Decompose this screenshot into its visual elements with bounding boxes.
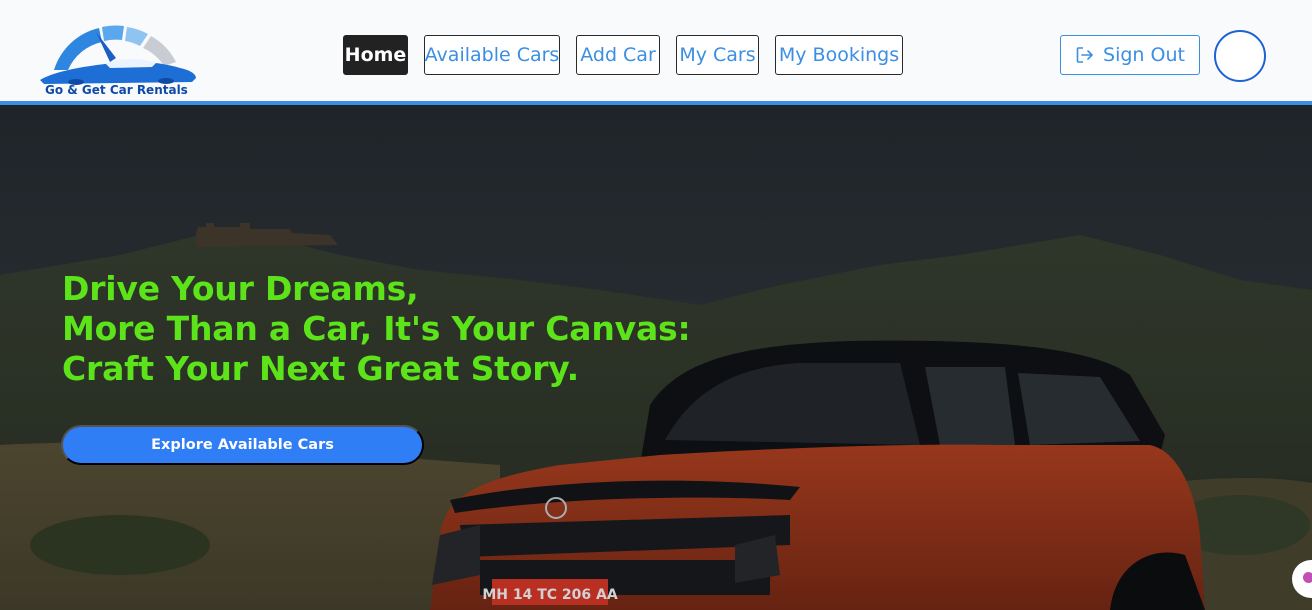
hero-banner: MH 14 TC 206 AA Drive Your Dreams, More … <box>0 105 1312 610</box>
navbar: Go & Get Car Rentals Home Available Cars… <box>0 0 1312 101</box>
nav-available-cars[interactable]: Available Cars <box>424 35 560 75</box>
sign-out-icon <box>1076 47 1093 63</box>
widget-icon <box>1303 572 1312 583</box>
brand-name: Go & Get Car Rentals <box>45 83 188 97</box>
nav-home[interactable]: Home <box>343 35 408 75</box>
nav-my-bookings[interactable]: My Bookings <box>775 35 903 75</box>
user-avatar[interactable] <box>1214 30 1266 82</box>
sign-out-button[interactable]: Sign Out <box>1060 35 1200 75</box>
headline-line-3: Craft Your Next Great Story. <box>62 349 579 388</box>
explore-available-cars-button[interactable]: Explore Available Cars <box>61 425 424 465</box>
brand-logo[interactable]: Go & Get Car Rentals <box>36 22 198 100</box>
nav-my-cars[interactable]: My Cars <box>676 35 759 75</box>
headline-line-2: More Than a Car, It's Your Canvas: <box>62 309 691 348</box>
sign-out-label: Sign Out <box>1103 44 1185 66</box>
hero-headline: Drive Your Dreams, More Than a Car, It's… <box>62 269 691 389</box>
headline-line-1: Drive Your Dreams, <box>62 269 419 308</box>
nav-add-car[interactable]: Add Car <box>576 35 660 75</box>
car-speedometer-logo-icon <box>40 25 196 85</box>
